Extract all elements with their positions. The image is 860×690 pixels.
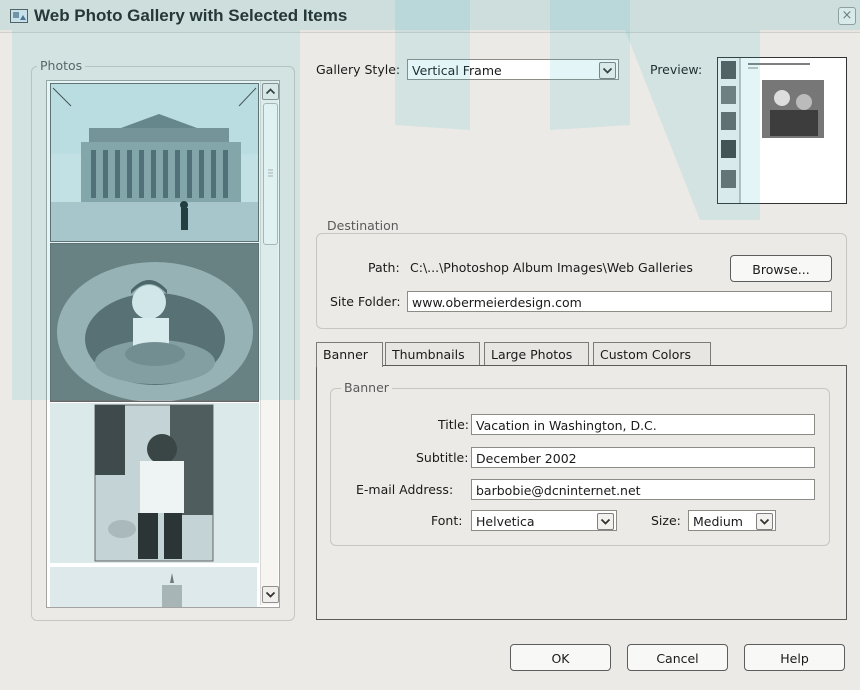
- ok-button[interactable]: OK: [510, 644, 611, 671]
- subtitle-input[interactable]: December 2002: [471, 447, 815, 468]
- subtitle-label: Subtitle:: [416, 450, 469, 465]
- title-bar: Web Photo Gallery with Selected Items ×: [0, 0, 860, 33]
- chevron-down-icon[interactable]: [756, 513, 773, 530]
- monument-photo: [50, 567, 257, 607]
- photo-thumbnail[interactable]: [50, 243, 259, 402]
- email-label: E-mail Address:: [356, 482, 454, 497]
- chevron-down-icon[interactable]: [597, 513, 614, 530]
- photo-list[interactable]: [46, 80, 280, 608]
- preview-image: [717, 57, 847, 204]
- tab-custom-colors[interactable]: Custom Colors: [593, 342, 711, 366]
- photo-list-scrollbar[interactable]: [260, 81, 279, 605]
- site-folder-label: Site Folder:: [330, 294, 401, 309]
- close-icon[interactable]: ×: [838, 7, 856, 25]
- path-label: Path:: [368, 260, 400, 275]
- gallery-style-label: Gallery Style:: [316, 62, 401, 77]
- path-value: C:\...\Photoshop Album Images\Web Galler…: [410, 260, 693, 275]
- scroll-thumb[interactable]: [263, 103, 278, 245]
- chevron-down-icon[interactable]: [599, 62, 616, 79]
- font-label: Font:: [431, 513, 463, 528]
- dialog-window: Web Photo Gallery with Selected Items × …: [0, 0, 860, 690]
- photo-thumbnail[interactable]: [50, 83, 259, 242]
- size-select[interactable]: Medium: [688, 510, 776, 531]
- building-photo: [51, 84, 258, 241]
- tab-large-photos[interactable]: Large Photos: [484, 342, 589, 366]
- photo-thumbnail[interactable]: [50, 403, 259, 563]
- gallery-style-select[interactable]: Vertical Frame: [407, 59, 619, 80]
- window-title: Web Photo Gallery with Selected Items: [34, 6, 348, 25]
- title-input[interactable]: Vacation in Washington, D.C.: [471, 414, 815, 435]
- child-photo: [51, 244, 258, 402]
- tab-thumbnails[interactable]: Thumbnails: [385, 342, 480, 366]
- tab-banner[interactable]: Banner: [316, 342, 383, 367]
- banner-tab-panel: Banner Title: Vacation in Washington, D.…: [316, 365, 847, 620]
- photo-thumbnail[interactable]: [50, 567, 257, 607]
- gallery-style-value: Vertical Frame: [412, 63, 502, 78]
- scroll-down-icon[interactable]: [262, 586, 279, 603]
- size-label: Size:: [651, 513, 681, 528]
- help-button[interactable]: Help: [744, 644, 845, 671]
- banner-legend: Banner: [341, 380, 392, 395]
- boy-photo: [50, 403, 259, 563]
- title-label: Title:: [438, 417, 469, 432]
- destination-legend: Destination: [324, 218, 402, 233]
- preview-label: Preview:: [650, 62, 703, 77]
- browse-button[interactable]: Browse...: [730, 255, 832, 282]
- font-select[interactable]: Helvetica: [471, 510, 617, 531]
- size-value: Medium: [693, 514, 743, 529]
- site-folder-input[interactable]: www.obermeierdesign.com: [407, 291, 832, 312]
- photos-legend: Photos: [37, 58, 86, 73]
- app-icon: [10, 9, 28, 23]
- cancel-button[interactable]: Cancel: [627, 644, 728, 671]
- email-input[interactable]: barbobie@dcninternet.net: [471, 479, 815, 500]
- scroll-up-icon[interactable]: [262, 83, 279, 100]
- font-value: Helvetica: [476, 514, 535, 529]
